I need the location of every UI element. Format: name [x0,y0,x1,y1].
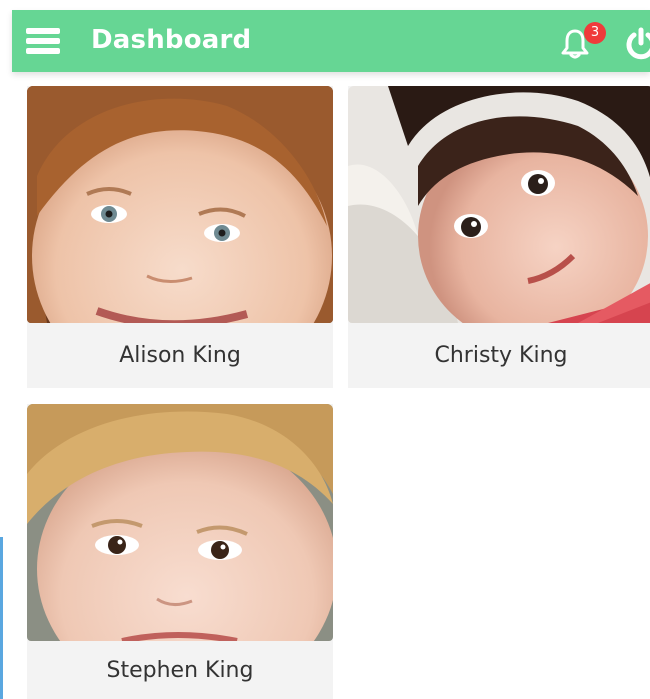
child-card[interactable]: Christy King [348,86,650,388]
child-photo [27,86,333,323]
child-name: Christy King [434,343,568,368]
child-photo [27,404,333,641]
power-icon[interactable] [624,27,650,61]
child-name: Stephen King [106,658,254,683]
left-edge-accent [0,537,3,699]
child-photo [348,86,650,323]
notification-badge: 3 [584,22,606,44]
hamburger-menu-icon[interactable] [26,24,60,58]
child-name: Alison King [119,343,241,368]
child-card[interactable]: Alison King [27,86,333,388]
app-header: Dashboard 3 [12,10,650,72]
child-card[interactable]: Stephen King [27,404,333,699]
dashboard-page: Dashboard 3 Alison King Christy King Ste… [0,0,650,699]
page-title: Dashboard [91,25,252,55]
